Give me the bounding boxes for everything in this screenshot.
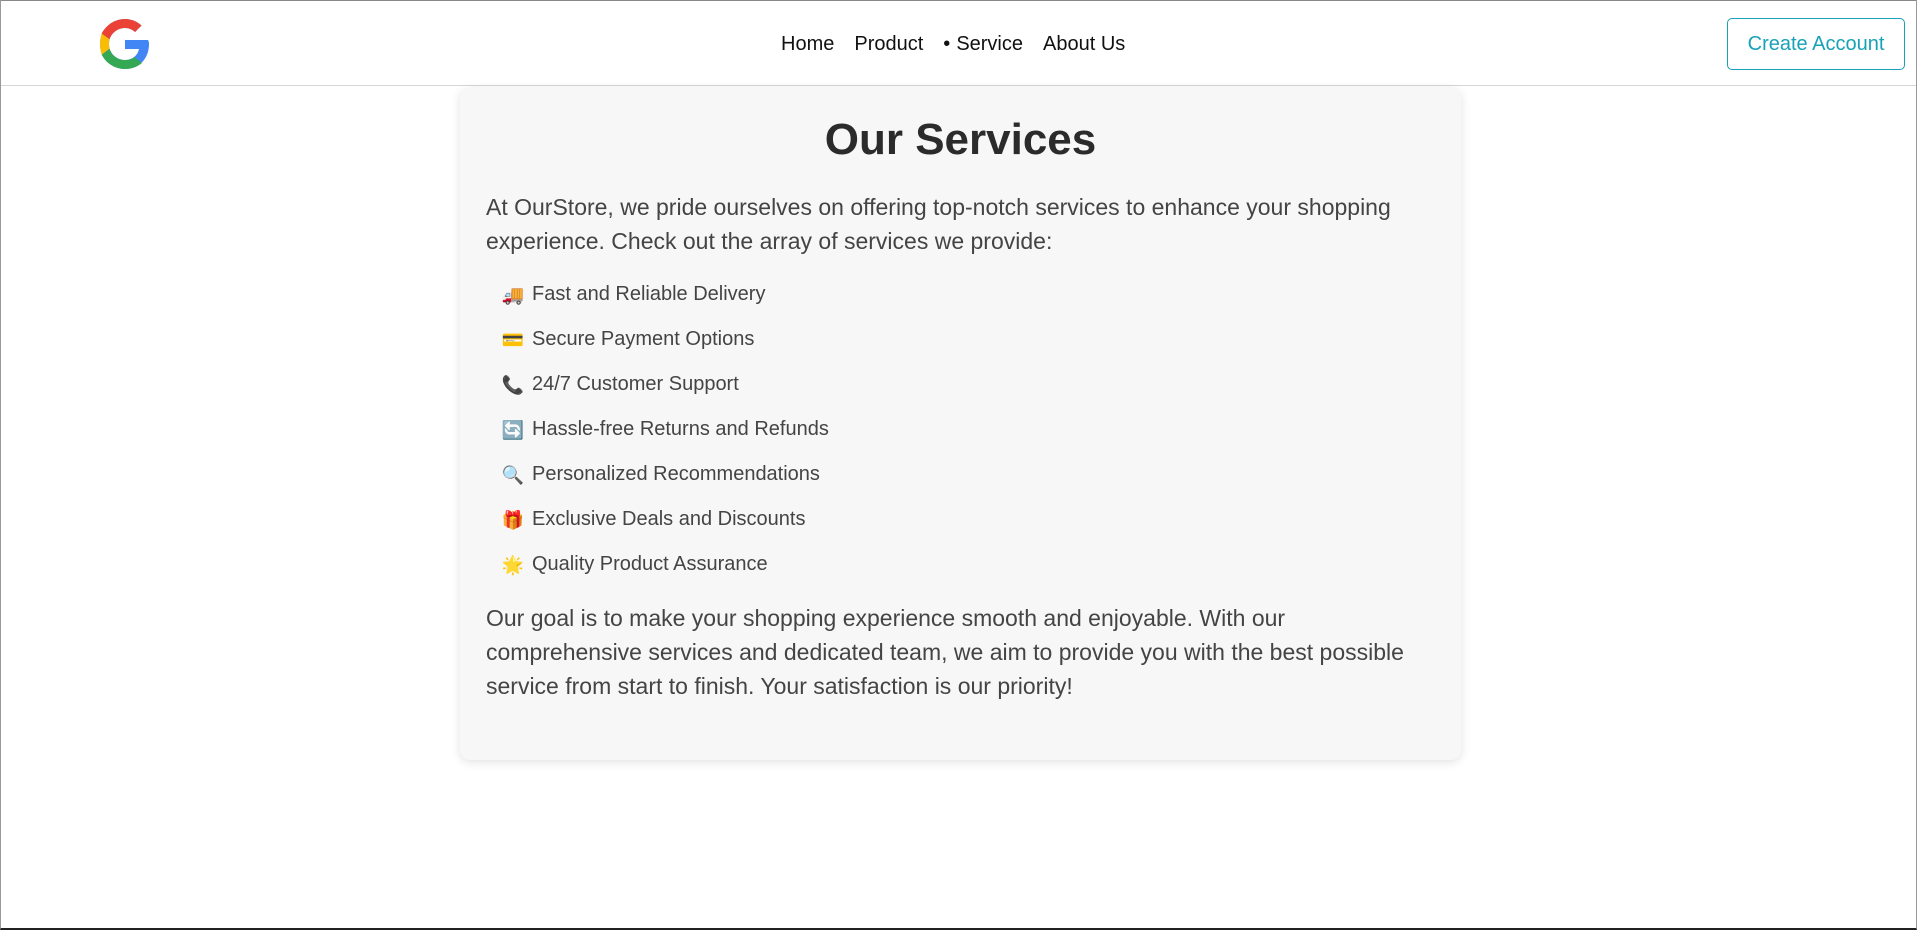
nav-service-label: Service bbox=[956, 32, 1024, 55]
list-item: 🔍 Personalized Recommendations bbox=[502, 452, 1435, 497]
nav-about-us[interactable]: About Us bbox=[1043, 33, 1125, 56]
star-icon: 🌟 bbox=[501, 554, 525, 575]
gift-icon: 🎁 bbox=[501, 509, 525, 530]
list-item: 🔄 Hassle-free Returns and Refunds bbox=[502, 407, 1435, 452]
truck-icon: 🚚 bbox=[501, 284, 525, 305]
service-label: Fast and Reliable Delivery bbox=[532, 283, 766, 305]
nav-home[interactable]: Home bbox=[781, 33, 834, 56]
closing-paragraph: Our goal is to make your shopping experi… bbox=[486, 605, 1404, 699]
main-nav: Home Product • Service About Us bbox=[781, 1, 1125, 87]
page-title: Our Services bbox=[824, 115, 1097, 164]
service-label: 24/7 Customer Support bbox=[532, 373, 739, 395]
create-account-button[interactable]: Create Account bbox=[1727, 18, 1905, 70]
credit-card-icon: 💳 bbox=[501, 329, 525, 350]
magnifier-icon: 🔍 bbox=[501, 464, 525, 485]
nav-service[interactable]: • Service bbox=[943, 33, 1023, 56]
service-label: Exclusive Deals and Discounts bbox=[532, 508, 806, 530]
list-item: 💳 Secure Payment Options bbox=[502, 317, 1435, 362]
nav-product[interactable]: Product bbox=[854, 33, 923, 56]
service-label: Personalized Recommendations bbox=[532, 463, 820, 485]
active-nav-marker: • bbox=[943, 32, 951, 55]
service-label: Hassle-free Returns and Refunds bbox=[532, 418, 829, 440]
services-list: 🚚 Fast and Reliable Delivery 💳 Secure Pa… bbox=[502, 272, 1435, 587]
list-item: 🚚 Fast and Reliable Delivery bbox=[502, 272, 1435, 317]
page: Home Product • Service About Us Create Ac… bbox=[0, 0, 1917, 930]
navbar: Home Product • Service About Us Create Ac… bbox=[1, 0, 1916, 87]
services-card: Our Services At OurStore, we pride ourse… bbox=[460, 88, 1461, 760]
google-g-logo-icon[interactable] bbox=[93, 12, 157, 76]
phone-icon: 📞 bbox=[501, 374, 525, 395]
list-item: 🎁 Exclusive Deals and Discounts bbox=[502, 497, 1435, 542]
list-item: 🌟 Quality Product Assurance bbox=[502, 542, 1435, 587]
list-item: 📞 24/7 Customer Support bbox=[502, 362, 1435, 407]
service-label: Secure Payment Options bbox=[532, 328, 755, 350]
refresh-icon: 🔄 bbox=[501, 419, 525, 440]
intro-paragraph: At OurStore, we pride ourselves on offer… bbox=[486, 194, 1391, 254]
service-label: Quality Product Assurance bbox=[532, 553, 768, 575]
